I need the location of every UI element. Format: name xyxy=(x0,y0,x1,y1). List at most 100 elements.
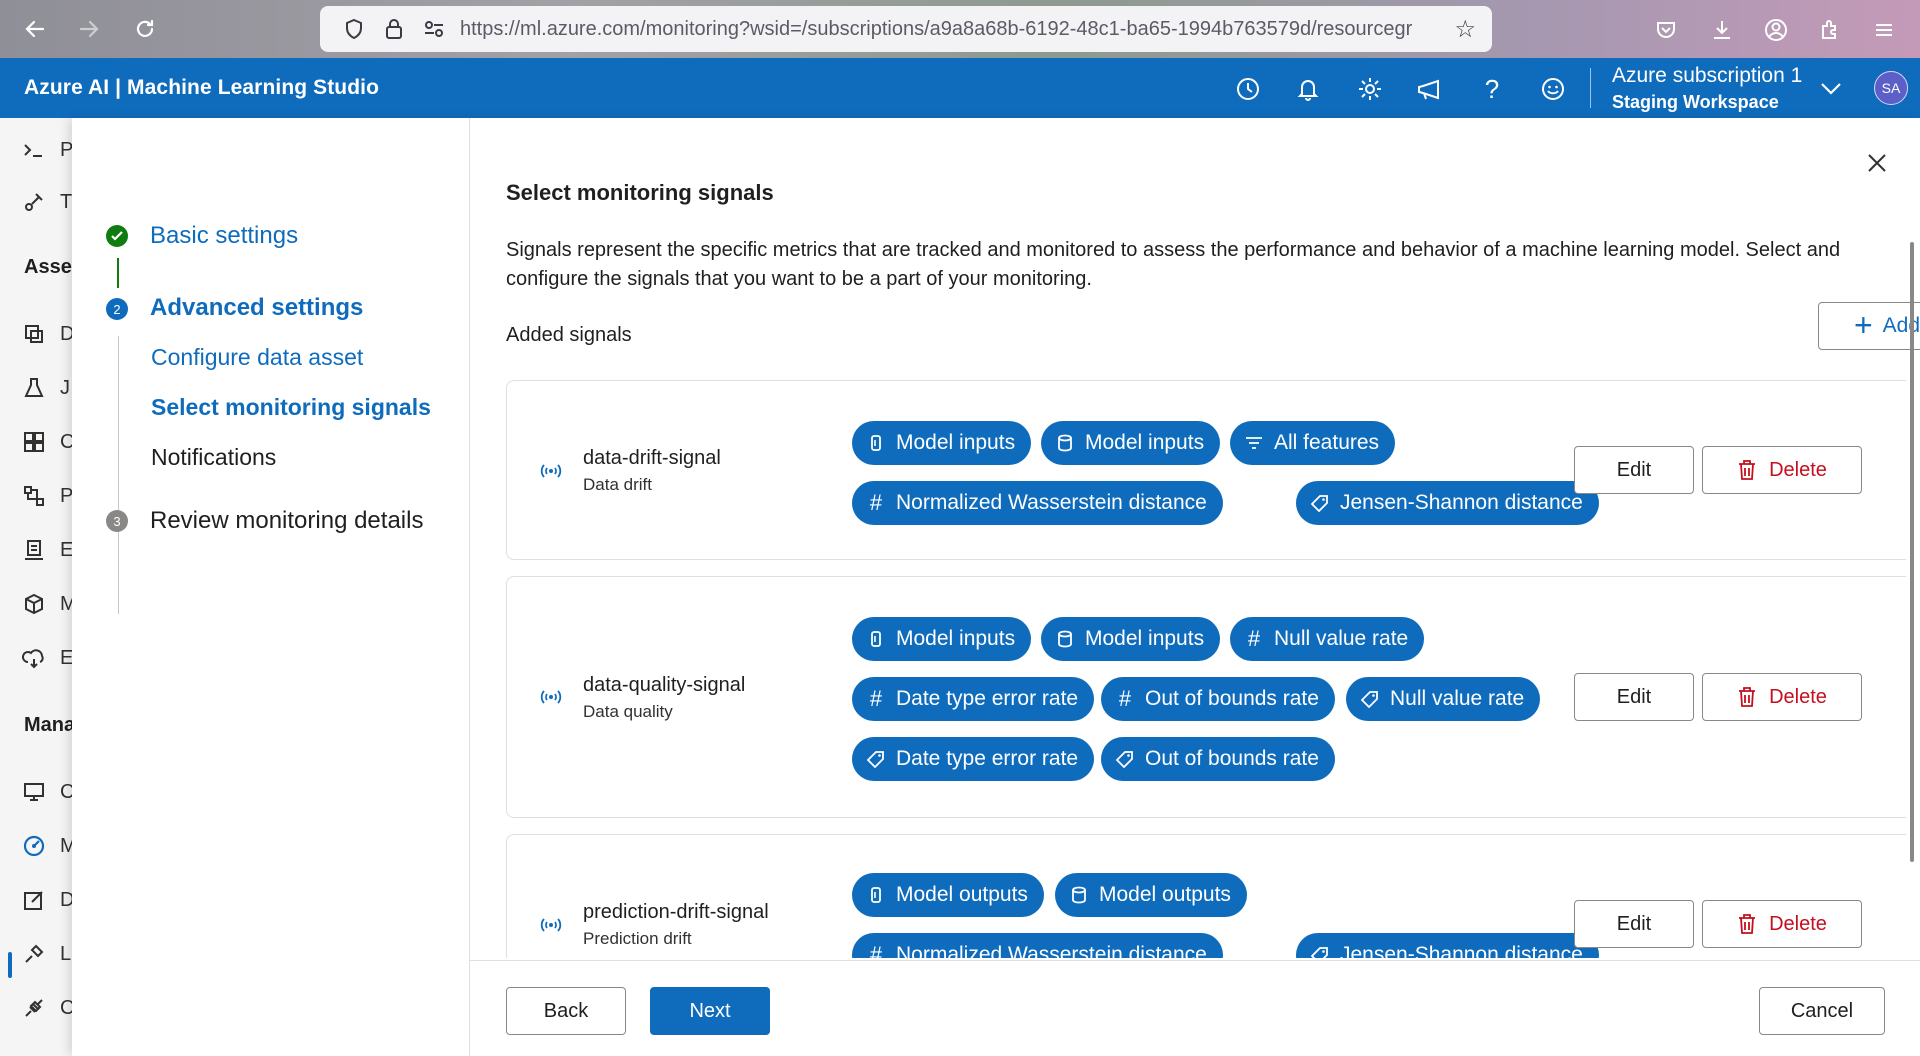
components-icon xyxy=(24,432,44,452)
signal-card: data-quality-signal Data quality Model i… xyxy=(506,576,1906,818)
create-monitor-panel: Basic settings 2 Advanced settings Confi… xyxy=(72,118,1920,1056)
subscription-name[interactable]: Azure subscription 1 xyxy=(1612,64,1802,88)
nav-item-linked-services[interactable]: L xyxy=(22,934,72,974)
reload-icon[interactable] xyxy=(128,12,162,46)
models-icon xyxy=(25,593,43,615)
gear-icon[interactable] xyxy=(1355,74,1385,104)
signal-broadcast-icon xyxy=(540,690,562,704)
nav-item-monitoring[interactable]: M xyxy=(22,826,77,866)
tag-icon xyxy=(1115,749,1135,769)
step-number-badge: 3 xyxy=(106,510,128,532)
nav-item-data[interactable]: D xyxy=(22,314,74,354)
signal-pill: All features xyxy=(1230,421,1396,465)
edit-signal-button[interactable]: Edit xyxy=(1574,446,1694,494)
nav-item-environments[interactable]: E xyxy=(22,530,73,570)
address-bar[interactable]: https://ml.azure.com/monitoring?wsid=/su… xyxy=(320,6,1492,52)
hash-icon: # xyxy=(869,942,883,958)
plus-icon: + xyxy=(1853,307,1873,343)
signals-list[interactable]: data-drift-signal Data drift Model input… xyxy=(506,380,1906,958)
signal-pill: # Date type error rate xyxy=(852,677,1095,721)
edit-signal-button[interactable]: Edit xyxy=(1574,673,1694,721)
browser-toolbar: https://ml.azure.com/monitoring?wsid=/su… xyxy=(0,0,1920,58)
signal-pill: # Normalized Wasserstein distance xyxy=(852,933,1223,958)
signal-pill: Jensen-Shannon distance xyxy=(1296,481,1599,525)
megaphone-icon[interactable] xyxy=(1415,74,1445,104)
shield-icon[interactable] xyxy=(340,18,368,40)
hash-icon: # xyxy=(869,490,883,515)
tag-icon xyxy=(1310,493,1330,513)
menu-icon[interactable] xyxy=(1868,14,1900,46)
nav-item-tools[interactable]: T xyxy=(22,182,72,222)
help-icon[interactable]: ? xyxy=(1477,74,1507,104)
database-icon xyxy=(1055,433,1075,453)
scrollbar-thumb[interactable] xyxy=(1910,242,1914,862)
substep-configure-data-asset[interactable]: Configure data asset xyxy=(151,344,363,371)
nav-active-indicator xyxy=(8,952,12,978)
signal-pill: Model inputs xyxy=(852,617,1032,661)
account-icon[interactable] xyxy=(1760,14,1792,46)
cancel-button[interactable]: Cancel xyxy=(1759,987,1885,1035)
compute-icon xyxy=(24,783,44,801)
signal-type: Data quality xyxy=(583,702,673,721)
chevron-down-icon[interactable] xyxy=(1816,74,1846,104)
nav-item-endpoints[interactable]: E xyxy=(22,638,73,678)
extensions-icon[interactable] xyxy=(1814,14,1846,46)
endpoints-icon xyxy=(22,649,44,669)
signal-pill: Out of bounds rate xyxy=(1101,737,1335,781)
forward-arrow-icon[interactable] xyxy=(72,12,106,46)
monitoring-icon xyxy=(23,835,45,857)
next-button[interactable]: Next xyxy=(650,987,770,1035)
history-clock-icon[interactable] xyxy=(1233,74,1263,104)
signal-name: prediction-drift-signal xyxy=(583,901,769,923)
page-scrollbar[interactable] xyxy=(1910,122,1916,862)
hash-icon: # xyxy=(1247,626,1261,651)
signal-pill: Model inputs xyxy=(852,421,1032,465)
add-signal-button[interactable]: + Add xyxy=(1818,302,1920,350)
left-navigation: P T Asset D J C P E M E Mana C M D L C xyxy=(0,118,78,1056)
filter-icon xyxy=(1244,433,1264,453)
smiley-feedback-icon[interactable] xyxy=(1538,74,1568,104)
workspace-name[interactable]: Staging Workspace xyxy=(1612,92,1779,113)
step-review-monitoring-details[interactable]: Review monitoring details xyxy=(150,507,423,535)
signal-type: Data drift xyxy=(583,475,652,494)
substep-notifications[interactable]: Notifications xyxy=(151,444,276,471)
back-arrow-icon[interactable] xyxy=(18,12,52,46)
substep-select-monitoring-signals[interactable]: Select monitoring signals xyxy=(151,394,431,421)
url-text: https://ml.azure.com/monitoring?wsid=/su… xyxy=(460,17,1413,40)
data-labeling-icon xyxy=(24,891,43,910)
data-icon xyxy=(25,325,43,343)
signal-pill: Date type error rate xyxy=(852,737,1095,781)
nav-item-components[interactable]: C xyxy=(22,422,74,462)
app-header: Azure AI | Machine Learning Studio ? Azu… xyxy=(0,58,1920,118)
delete-signal-button[interactable]: Delete xyxy=(1702,673,1862,721)
tag-icon xyxy=(866,749,886,769)
site-permissions-icon[interactable] xyxy=(420,19,448,39)
hash-icon: # xyxy=(869,686,883,711)
app-title[interactable]: Azure AI | Machine Learning Studio xyxy=(24,76,379,100)
signal-type: Prediction drift xyxy=(583,929,692,948)
page-description: Signals represent the specific metrics t… xyxy=(506,239,1841,290)
edit-signal-button[interactable]: Edit xyxy=(1574,900,1694,948)
signal-pill: Model outputs xyxy=(1055,873,1247,917)
bookmark-star-icon[interactable]: ☆ xyxy=(1454,15,1476,44)
document-icon xyxy=(866,433,886,453)
nav-item-pipelines[interactable]: P xyxy=(22,476,73,516)
step-advanced-settings[interactable]: Advanced settings xyxy=(150,294,363,322)
nav-item-data-labeling[interactable]: D xyxy=(22,880,74,920)
download-icon[interactable] xyxy=(1706,14,1738,46)
nav-item-jobs[interactable]: J xyxy=(22,368,72,408)
nav-item-models[interactable]: M xyxy=(22,584,77,624)
pocket-icon[interactable] xyxy=(1650,14,1682,46)
nav-section-manage: Mana xyxy=(24,714,76,736)
signal-broadcast-icon xyxy=(540,918,562,932)
bell-icon[interactable] xyxy=(1293,74,1323,104)
delete-signal-button[interactable]: Delete xyxy=(1702,900,1862,948)
avatar[interactable]: SA xyxy=(1874,71,1908,105)
back-button[interactable]: Back xyxy=(506,987,626,1035)
lock-icon[interactable] xyxy=(380,18,408,40)
nav-item-prompt[interactable]: P xyxy=(22,130,73,170)
nav-item-connections[interactable]: C xyxy=(22,988,74,1028)
delete-signal-button[interactable]: Delete xyxy=(1702,446,1862,494)
step-basic-settings[interactable]: Basic settings xyxy=(150,222,298,250)
nav-item-compute[interactable]: C xyxy=(22,772,74,812)
